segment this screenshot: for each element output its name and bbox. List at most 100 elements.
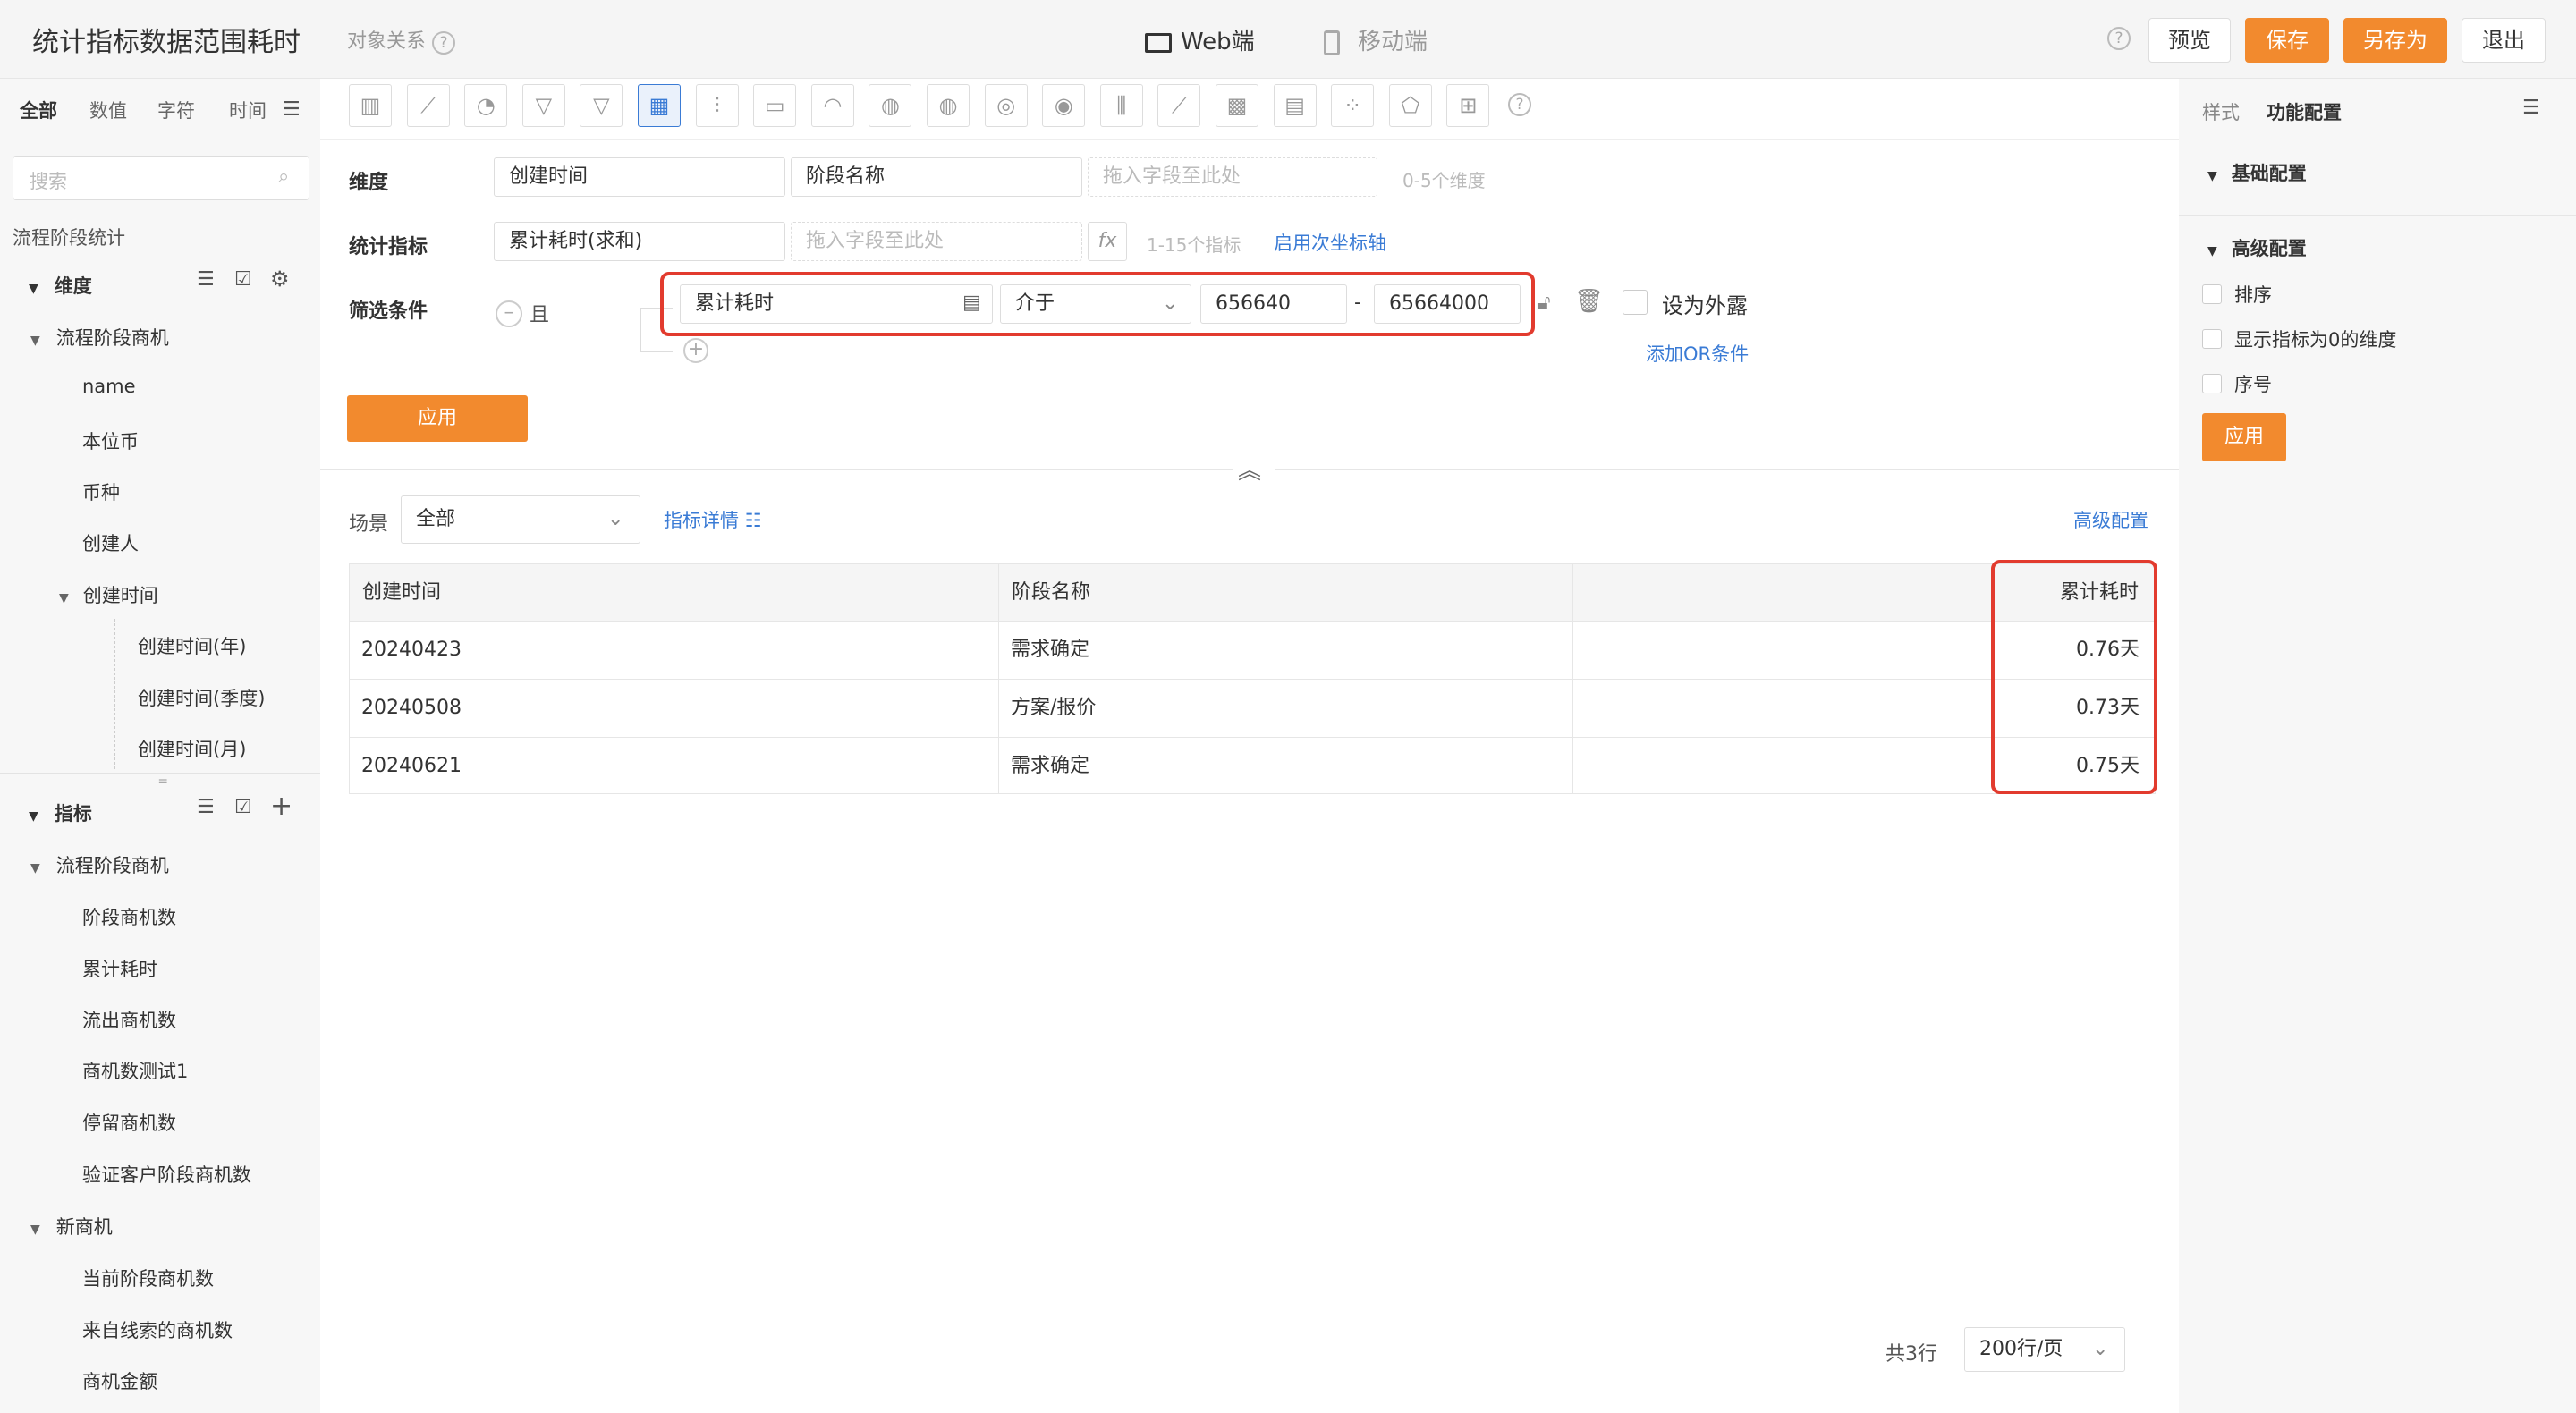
dimension-dropzone[interactable]: 拖入字段至此处 (1088, 157, 1377, 197)
filter-tab-time[interactable]: 时间 (229, 97, 267, 123)
field-created-year[interactable]: 创建时间(年) (138, 632, 246, 659)
filter-tab-all[interactable]: 全部 (20, 97, 57, 123)
field-created-time[interactable]: ▼ 创建时间 (59, 581, 158, 608)
filter-tab-string[interactable]: 字符 (157, 97, 195, 123)
scene-select[interactable]: 全部 ⌄ (401, 495, 640, 544)
tab-function-config[interactable]: 功能配置 (2267, 98, 2342, 125)
field-base-currency[interactable]: 本位币 (82, 427, 139, 454)
radar-icon[interactable]: ⬠ (1388, 84, 1432, 127)
add-or-link[interactable]: 添加OR条件 (1646, 340, 1749, 367)
show-zero-checkbox[interactable] (2202, 329, 2222, 349)
combo-chart-icon[interactable]: ⫶ (695, 84, 739, 127)
check-list-icon[interactable]: ☑ (234, 268, 252, 291)
filter-tab-number[interactable]: 数值 (89, 97, 127, 123)
formula-icon[interactable]: fx (1088, 222, 1127, 261)
metric-header[interactable]: ▼ 指标 (29, 800, 92, 826)
field-created-month[interactable]: 创建时间(月) (138, 735, 246, 762)
heatmap-icon[interactable]: ▩ (1216, 84, 1258, 127)
basic-config-header[interactable]: ▼ 基础配置 (2207, 159, 2307, 186)
settings-icon[interactable]: ⚙ (270, 267, 290, 292)
object-relation-link[interactable]: 对象关系 ? (347, 25, 456, 55)
table-row[interactable]: 20240621 需求确定 0.75天 (349, 738, 2156, 794)
metric-item[interactable]: 累计耗时 (82, 955, 157, 982)
metric-item[interactable]: 来自线索的商机数 (82, 1316, 233, 1343)
pivot-table-icon[interactable]: ▤ (1273, 84, 1317, 127)
line-chart-icon[interactable]: ⟋ (406, 84, 450, 127)
metric-item[interactable]: 停留商机数 (82, 1109, 176, 1136)
save-as-button[interactable]: 另存为 (2343, 18, 2447, 63)
apply-button[interactable]: 应用 (347, 395, 528, 442)
china-map-icon[interactable]: ◍ (869, 84, 912, 127)
trash-icon[interactable]: 🗑︎ (1574, 288, 1604, 315)
expose-checkbox[interactable] (1623, 290, 1648, 315)
metric-dropzone[interactable]: 拖入字段至此处 (791, 222, 1082, 261)
list-indent-icon[interactable]: ☰ (197, 268, 215, 291)
pie-chart-icon[interactable]: ◔ (464, 84, 508, 127)
tab-mobile[interactable]: 移动端 (1324, 23, 1428, 56)
globe-icon[interactable]: ◉ (1042, 84, 1086, 127)
add-condition-icon[interactable]: + (683, 338, 708, 363)
new-folder[interactable]: ▼ 新商机 (30, 1213, 113, 1240)
dimension-header[interactable]: ▼ 维度 (29, 272, 92, 299)
tab-style[interactable]: 样式 (2202, 98, 2240, 125)
metric-folder-label: 流程阶段商机 (55, 855, 169, 876)
check-list-icon[interactable]: ☑ (234, 796, 252, 818)
advanced-config-link[interactable]: 高级配置 (2073, 506, 2148, 533)
apply-config-button[interactable]: 应用 (2202, 413, 2286, 461)
funnel-alt-icon[interactable]: ▽ (580, 84, 623, 127)
search-input[interactable]: 搜索 ⌕ (13, 156, 309, 200)
secondary-axis-link[interactable]: 启用次坐标轴 (1274, 229, 1386, 256)
column-header[interactable]: 创建时间 (362, 564, 441, 622)
metric-item[interactable]: 流出商机数 (82, 1006, 176, 1033)
remove-condition-icon[interactable]: – (496, 300, 522, 327)
preview-button[interactable]: 预览 (2148, 18, 2231, 63)
metric-item[interactable]: 验证客户阶段商机数 (82, 1161, 251, 1188)
metric-detail-link[interactable]: 指标详情 ☷ (664, 506, 762, 533)
table-row[interactable]: 20240508 方案/报价 0.73天 (349, 680, 2156, 738)
bar-chart-icon[interactable]: ▥ (349, 84, 392, 127)
dimension-field[interactable]: 阶段名称 (791, 157, 1082, 197)
list-indent-icon[interactable]: ☰ (197, 796, 215, 818)
unlock-icon[interactable]: 🔓︎ (1537, 290, 1551, 315)
collapse-panel-icon[interactable]: ☰ (2522, 97, 2540, 119)
tab-web[interactable]: Web端 (1145, 23, 1255, 56)
field-name[interactable]: name (82, 376, 136, 397)
field-created-quarter[interactable]: 创建时间(季度) (138, 684, 265, 711)
china-map-alt-icon[interactable]: ◍ (927, 84, 970, 127)
list-icon[interactable]: ☰ (283, 98, 301, 121)
save-button[interactable]: 保存 (2245, 18, 2329, 63)
table-icon[interactable]: ▦ (638, 84, 681, 127)
collapse-up-icon[interactable]: ︽ (1238, 453, 1261, 486)
scatter-icon[interactable]: ⁘ (1331, 84, 1375, 127)
dimension-field[interactable]: 创建时间 (494, 157, 785, 197)
world-map-icon[interactable]: ◎ (984, 84, 1028, 127)
pivot-table-icon-glyph: ▤ (1284, 93, 1305, 118)
field-creator[interactable]: 创建人 (82, 529, 139, 556)
column-header[interactable]: 阶段名称 (1012, 564, 1090, 622)
help-icon[interactable]: ? (2107, 27, 2131, 50)
help-icon[interactable]: ? (432, 31, 456, 55)
exit-button[interactable]: 退出 (2462, 18, 2546, 63)
advanced-config-header[interactable]: ▼ 高级配置 (2207, 234, 2307, 261)
help-icon[interactable]: ? (1508, 93, 1531, 116)
funnel-icon[interactable]: ▽ (521, 84, 565, 127)
table-row[interactable]: 20240423 需求确定 0.76天 (349, 622, 2156, 680)
metric-item[interactable]: 商机数测试1 (82, 1057, 188, 1084)
add-icon[interactable]: + (270, 791, 292, 822)
metric-folder[interactable]: ▼ 流程阶段商机 (30, 851, 169, 878)
metric-item[interactable]: 当前阶段商机数 (82, 1265, 214, 1291)
metric-item[interactable]: 商机金额 (82, 1367, 157, 1394)
column-icon[interactable]: ⫼ (1099, 84, 1143, 127)
page-size-select[interactable]: 200行/页 ⌄ (1964, 1327, 2125, 1372)
gauge-icon[interactable]: ◠ (810, 84, 854, 127)
metric-field[interactable]: 累计耗时(求和) (494, 222, 785, 261)
metric-item[interactable]: 阶段商机数 (82, 903, 176, 930)
dim-folder[interactable]: ▼ 流程阶段商机 (30, 324, 169, 351)
field-currency[interactable]: 币种 (82, 478, 120, 505)
layout-grid-icon[interactable]: ⊞ (1446, 84, 1490, 127)
area-chart-icon[interactable]: ⟋ (1157, 84, 1201, 127)
resize-handle[interactable]: ═ (159, 774, 166, 789)
sort-checkbox[interactable] (2202, 284, 2222, 304)
card-icon[interactable]: ▭ (753, 84, 797, 127)
serial-checkbox[interactable] (2202, 374, 2222, 393)
